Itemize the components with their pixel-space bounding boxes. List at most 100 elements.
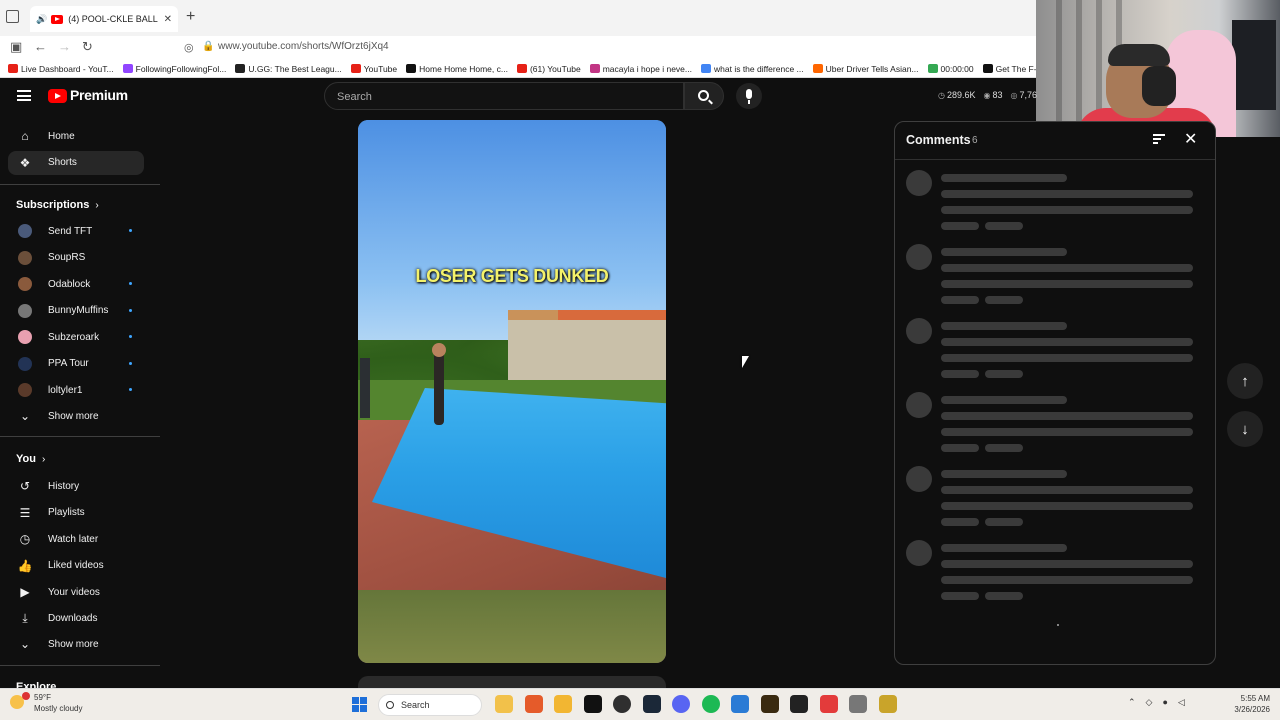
search-button[interactable] xyxy=(684,82,724,110)
channel-avatar-icon xyxy=(18,277,32,291)
network-icon[interactable]: ◇ xyxy=(1146,697,1153,708)
video-caption: LOSER GETS DUNKED xyxy=(415,266,609,286)
taskbar-clock[interactable]: 5:55 AM 3/26/2026 xyxy=(1226,693,1270,715)
sort-icon[interactable] xyxy=(1153,134,1165,144)
steam-icon[interactable] xyxy=(642,695,661,713)
youtube-logo-icon[interactable] xyxy=(48,89,67,103)
notion-icon[interactable] xyxy=(790,695,808,713)
firefox-icon[interactable] xyxy=(524,695,543,713)
comment-skeleton xyxy=(895,318,1215,378)
volume-icon[interactable]: ◁ xyxy=(1178,697,1185,708)
x-app-icon[interactable] xyxy=(583,695,602,713)
file-explorer-icon[interactable] xyxy=(495,695,513,713)
weather-desc: Mostly cloudy xyxy=(34,704,83,713)
editor-icon[interactable] xyxy=(849,695,867,713)
obs-icon[interactable] xyxy=(878,695,897,713)
red-app-icon[interactable] xyxy=(819,695,838,713)
download-icon: ⤓ xyxy=(22,611,28,625)
bookmark-favicon-icon xyxy=(406,64,417,73)
spotify-icon[interactable] xyxy=(701,695,720,713)
bookmark-item[interactable]: U.GG: The Best Leagu... xyxy=(235,64,342,74)
notification-badge xyxy=(22,692,30,700)
mic-icon[interactable]: ● xyxy=(1162,697,1167,708)
watch-later-icon: ◷ xyxy=(19,532,31,546)
sidebar-item[interactable]: Subzeroark xyxy=(8,325,144,349)
sidebar-item[interactable]: ◷ Watch later xyxy=(8,527,144,551)
vscode-icon[interactable] xyxy=(731,695,749,713)
sidebar-item[interactable]: SoupRS xyxy=(8,246,144,270)
sidebar-item[interactable]: ⌄ Show more xyxy=(8,404,144,428)
back-icon[interactable]: ← xyxy=(34,39,47,54)
system-tray: ⌃ ◇ ● ◁ xyxy=(1128,697,1185,708)
premium-logo-text[interactable]: Premium xyxy=(70,87,128,103)
subscriptions-heading[interactable]: Subscriptions › xyxy=(16,199,99,211)
sidebar-item[interactable]: 👍 Liked videos xyxy=(8,554,144,578)
new-tab-icon[interactable]: + xyxy=(186,8,195,26)
bookmark-item[interactable]: what is the difference ... xyxy=(701,64,804,74)
search-input[interactable]: Search xyxy=(324,82,684,110)
chevron-down-icon: ⌄ xyxy=(19,409,31,423)
windows-start-icon[interactable] xyxy=(352,697,367,712)
sidebar-item[interactable]: PPA Tour xyxy=(8,352,144,376)
sidebar-item[interactable]: ⤓ Downloads xyxy=(8,607,144,631)
close-comments-icon[interactable]: ✕ xyxy=(1184,129,1197,149)
other-stat: ◎ 7,76 xyxy=(1010,90,1038,100)
comments-header: Comments 6 ✕ xyxy=(895,122,1215,160)
sidebar-item-label: Show more xyxy=(48,638,99,650)
lock-icon[interactable]: 🔒 xyxy=(202,41,214,52)
tracking-shield-icon[interactable]: ◎ xyxy=(184,41,194,54)
bookmark-item[interactable]: Home Home Home, c... xyxy=(406,64,508,74)
bookmark-item[interactable]: 00:00:00 xyxy=(927,64,974,74)
comments-count: 6 xyxy=(972,135,978,146)
new-content-dot xyxy=(129,308,132,312)
tab-actions-icon[interactable] xyxy=(6,10,19,23)
sidebar: ⌂ Home ❖ Shorts Subscriptions › Send TFT SoupRS… xyxy=(0,122,160,688)
close-tab-icon[interactable]: ✕ xyxy=(164,14,172,25)
previous-short-button[interactable]: ↑ xyxy=(1227,363,1263,399)
sidebar-item[interactable]: loltyler1 xyxy=(8,378,144,402)
bookmark-item[interactable]: FollowingFollowingFol... xyxy=(122,64,226,74)
bookmark-item[interactable]: YouTube xyxy=(350,64,397,74)
chevron-up-icon[interactable]: ⌃ xyxy=(1128,697,1136,708)
sidebar-item-label: Liked videos xyxy=(48,560,104,571)
sidebar-item[interactable]: ⌂ Home xyxy=(8,124,144,148)
sidebar-item[interactable]: ❖ Shorts xyxy=(8,150,144,175)
browser-tab-active[interactable]: 🔊 (4) POOL-CKLE BALL - YouT ✕ xyxy=(30,6,178,32)
taskbar-search[interactable]: Search xyxy=(378,694,482,716)
forward-icon[interactable]: → xyxy=(58,39,71,54)
you-heading[interactable]: You › xyxy=(16,453,45,465)
mouse-cursor xyxy=(742,356,749,368)
bookmark-item[interactable]: Uber Driver Tells Asian... xyxy=(812,64,919,74)
sidebar-item[interactable]: Odablock xyxy=(8,272,144,296)
bookmark-item[interactable]: (61) YouTube xyxy=(516,64,581,74)
sidebar-toggle-icon[interactable]: ▣ xyxy=(10,39,22,55)
sidebar-item[interactable]: Send TFT xyxy=(8,219,144,243)
folder-icon[interactable] xyxy=(554,695,572,713)
chrome-icon[interactable] xyxy=(613,695,631,713)
speaker-icon[interactable]: 🔊 xyxy=(36,14,47,25)
sidebar-item[interactable]: BunnyMuffins xyxy=(8,299,144,323)
channel-avatar-icon xyxy=(18,250,32,265)
discord-icon[interactable] xyxy=(672,695,690,713)
bookmark-item[interactable]: Live Dashboard - YouT... xyxy=(8,64,114,74)
sidebar-item[interactable]: ⌄ Show more xyxy=(8,632,144,656)
sidebar-item-label: BunnyMuffins xyxy=(48,305,109,316)
short-video-player[interactable]: LOSER GETS DUNKED xyxy=(358,120,666,663)
sidebar-item-label: Downloads xyxy=(48,613,98,624)
sidebar-item[interactable]: ▶ Your videos xyxy=(8,580,144,604)
voice-search-button[interactable] xyxy=(736,83,762,109)
sidebar-item[interactable]: ↺ History xyxy=(8,474,144,498)
weather-temp: 59°F xyxy=(34,693,51,702)
next-short-button[interactable]: ↓ xyxy=(1227,411,1263,447)
search-icon xyxy=(698,90,709,101)
sidebar-item[interactable]: ☰ Playlists xyxy=(8,501,144,525)
bookmark-item[interactable]: macayla i hope i neve... xyxy=(589,64,692,74)
address-bar[interactable]: www.youtube.com/shorts/WfOrzt6jXq4 xyxy=(218,41,389,52)
next-short-preview[interactable] xyxy=(358,676,666,688)
wow-icon[interactable] xyxy=(760,695,779,713)
menu-icon[interactable] xyxy=(17,90,31,101)
reload-icon[interactable]: ↻ xyxy=(82,39,93,55)
sidebar-item-label: History xyxy=(48,480,80,492)
views-icon: ◷ xyxy=(938,90,945,100)
bookmark-item[interactable]: Get The F--- Out Of M... xyxy=(982,64,1040,74)
